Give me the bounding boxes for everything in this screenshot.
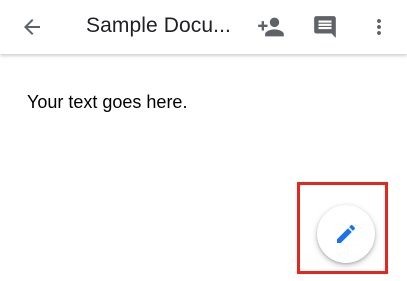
comment-icon (314, 16, 336, 38)
edit-button[interactable] (317, 205, 375, 263)
more-options-button[interactable] (359, 7, 399, 47)
top-app-bar: Sample Docu... (0, 0, 407, 54)
document-body-text[interactable]: Your text goes here. (27, 92, 187, 113)
share-button[interactable] (251, 7, 291, 47)
back-button[interactable] (12, 7, 52, 47)
docs-app: Sample Docu... Your text goes here. (0, 0, 407, 281)
document-title: Sample Docu... (86, 14, 231, 37)
edit-pencil-icon (337, 224, 356, 243)
person-add-icon (258, 17, 284, 37)
comments-button[interactable] (305, 7, 345, 47)
arrow-back-icon (24, 19, 40, 35)
more-vert-icon (377, 19, 381, 35)
